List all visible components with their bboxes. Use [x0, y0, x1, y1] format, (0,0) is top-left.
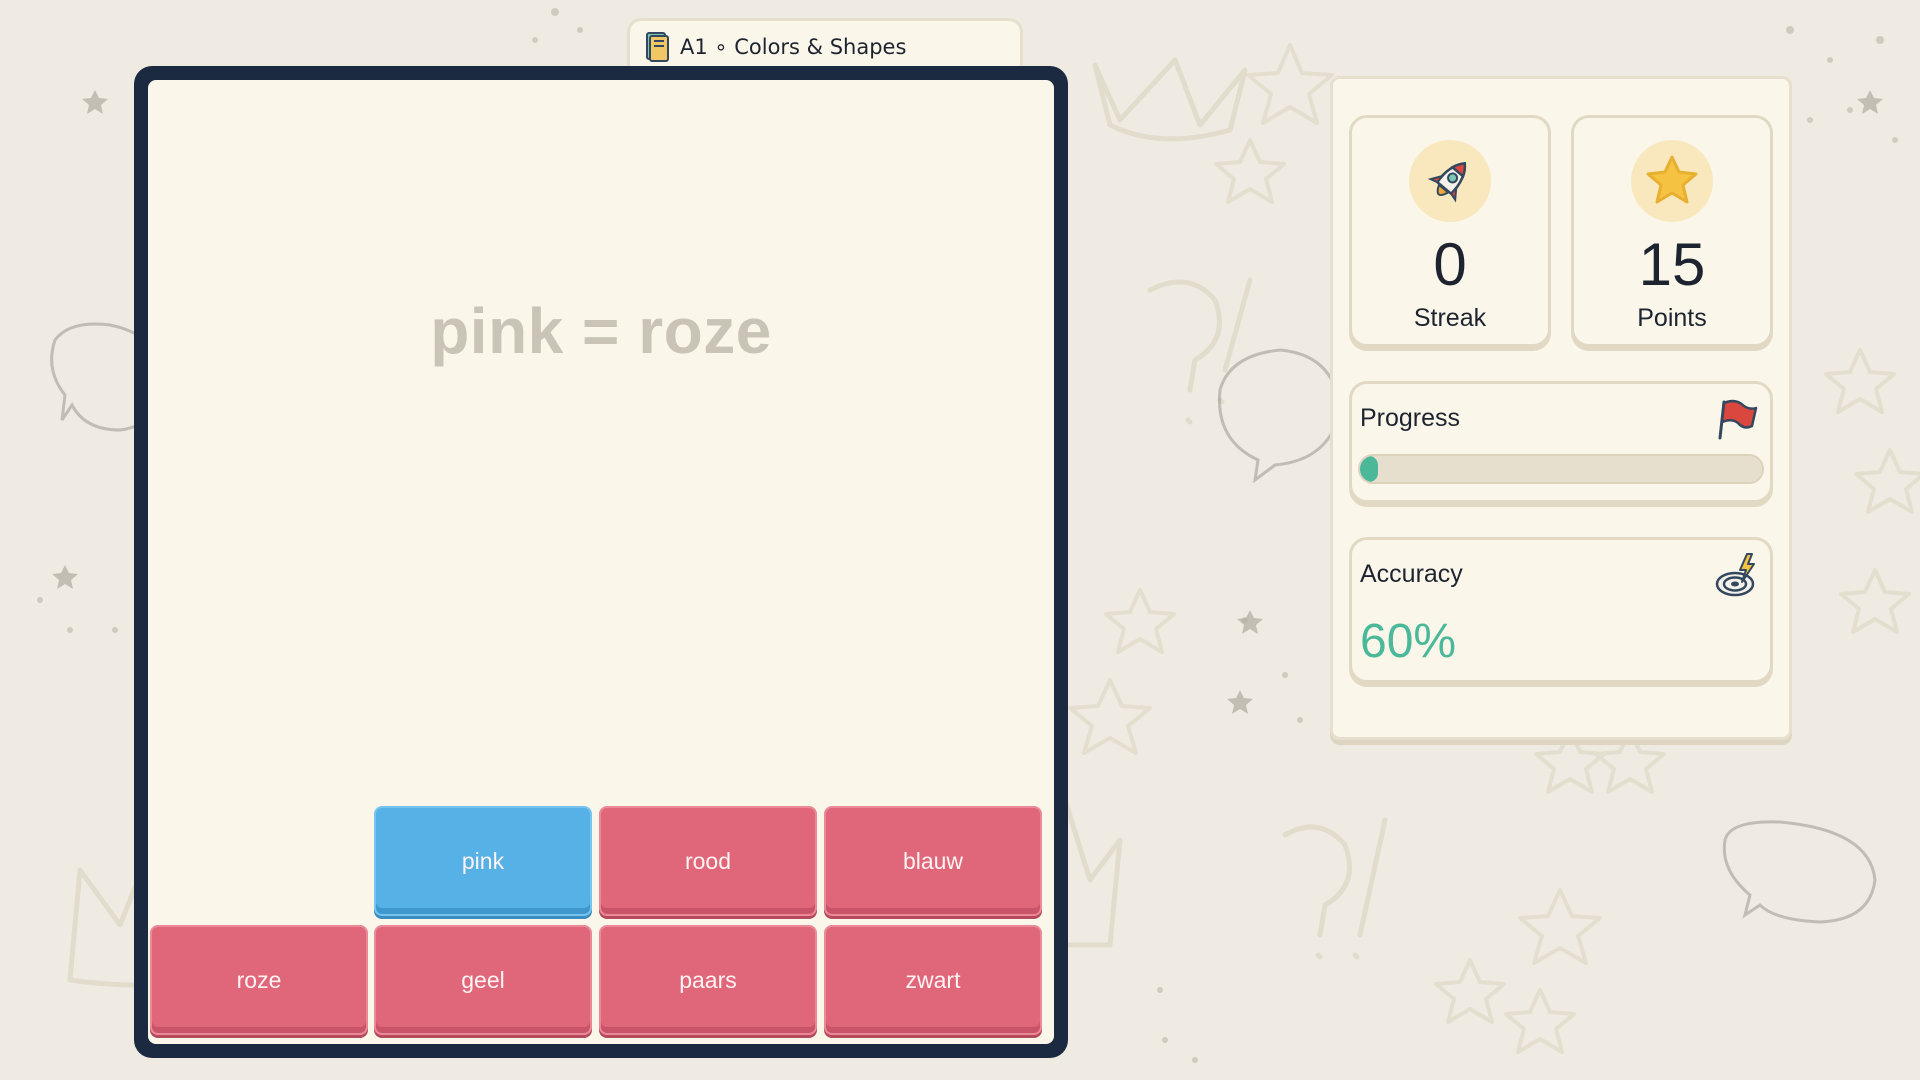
- target-icon: [1715, 553, 1755, 597]
- game-board: pink = roze pink rood blauw roze geel pa…: [134, 66, 1068, 1058]
- word-block-roze[interactable]: roze: [150, 925, 368, 1035]
- board-playfield: pink = roze pink rood blauw roze geel pa…: [148, 80, 1054, 1044]
- word-block-zwart[interactable]: zwart: [824, 925, 1042, 1035]
- word-block-geel[interactable]: geel: [374, 925, 592, 1035]
- accuracy-card: Accuracy 60%: [1349, 537, 1773, 683]
- progress-label: Progress: [1360, 404, 1461, 432]
- streak-value: 0: [1433, 231, 1467, 298]
- accuracy-label: Accuracy: [1360, 560, 1463, 588]
- translation-prompt: pink = roze: [430, 295, 772, 367]
- word-block-blauw[interactable]: blauw: [824, 806, 1042, 916]
- points-value: 15: [1638, 231, 1706, 298]
- progress-bar: [1358, 454, 1764, 484]
- word-block-paars[interactable]: paars: [599, 925, 817, 1035]
- word-block-rood[interactable]: rood: [599, 806, 817, 916]
- streak-card: 0 Streak: [1349, 115, 1551, 347]
- progress-card: Progress: [1349, 381, 1773, 503]
- book-stack-icon: [646, 32, 669, 62]
- stats-panel: 0 Streak 15 Points Progress Accuracy 60%: [1330, 76, 1792, 740]
- star-icon: [1631, 140, 1713, 222]
- word-block-pink[interactable]: pink: [374, 806, 592, 916]
- lesson-title: A1 ∘ Colors & Shapes: [680, 35, 907, 59]
- flag-icon: [1718, 399, 1758, 440]
- points-card: 15 Points: [1571, 115, 1773, 347]
- streak-label: Streak: [1413, 304, 1487, 332]
- accuracy-value: 60%: [1360, 615, 1457, 668]
- points-label: Points: [1637, 304, 1707, 332]
- progress-bar-fill: [1360, 456, 1378, 482]
- rocket-icon: [1409, 140, 1491, 222]
